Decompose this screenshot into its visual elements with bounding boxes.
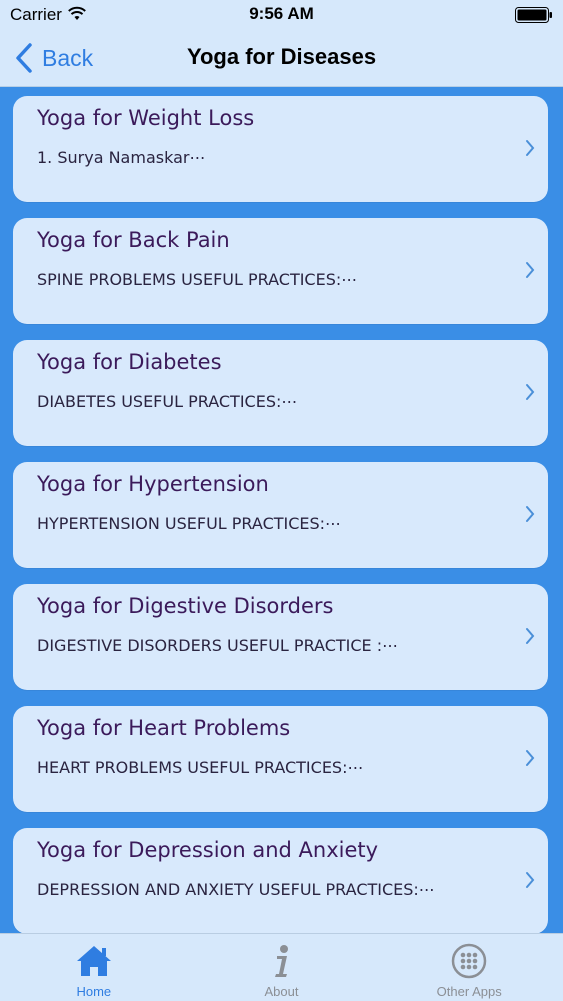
list-item-title: Yoga for Hypertension bbox=[37, 472, 269, 496]
home-icon bbox=[76, 946, 111, 976]
chevron-right-icon bbox=[526, 506, 535, 522]
status-time: 9:56 AM bbox=[249, 4, 314, 23]
info-icon bbox=[274, 945, 288, 977]
list-item[interactable]: Yoga for Hypertension HYPERTENSION USEFU… bbox=[13, 462, 548, 568]
list-item-subtitle: HEART PROBLEMS USEFUL PRACTICES:⋯ bbox=[37, 758, 364, 777]
page-title: Yoga for Diseases bbox=[186, 44, 377, 69]
grid-icon bbox=[451, 943, 487, 979]
list-item-title: Yoga for Back Pain bbox=[37, 228, 230, 252]
list-item-title: Yoga for Digestive Disorders bbox=[37, 594, 334, 618]
tab-label: Other Apps bbox=[436, 984, 502, 999]
list-item-subtitle: DEPRESSION AND ANXIETY USEFUL PRACTICES:… bbox=[37, 880, 435, 899]
chevron-right-icon bbox=[526, 384, 535, 400]
chevron-right-icon bbox=[526, 750, 535, 766]
chevron-right-icon bbox=[526, 140, 535, 156]
chevron-right-icon bbox=[526, 628, 535, 644]
list-item-subtitle: 1. Surya Namaskar⋯ bbox=[37, 148, 206, 167]
list-item-title: Yoga for Diabetes bbox=[37, 350, 222, 374]
list-item[interactable]: Yoga for Digestive Disorders DIGESTIVE D… bbox=[13, 584, 548, 690]
tab-home[interactable]: Home bbox=[0, 934, 188, 1001]
chevron-right-icon bbox=[526, 872, 535, 888]
list-item-title: Yoga for Weight Loss bbox=[37, 106, 255, 130]
list-item-subtitle: DIGESTIVE DISORDERS USEFUL PRACTICE :⋯ bbox=[37, 636, 399, 655]
list-item-title: Yoga for Depression and Anxiety bbox=[37, 838, 379, 862]
tab-label: About bbox=[264, 984, 299, 999]
list-item-subtitle: HYPERTENSION USEFUL PRACTICES:⋯ bbox=[37, 514, 342, 533]
tab-label: Home bbox=[76, 984, 112, 999]
disease-list[interactable]: Yoga for Weight Loss 1. Surya Namaskar⋯ … bbox=[0, 87, 563, 933]
status-bar: Carrier 9:56 AM bbox=[0, 0, 563, 30]
list-item[interactable]: Yoga for Back Pain SPINE PROBLEMS USEFUL… bbox=[13, 218, 548, 324]
battery-icon bbox=[515, 7, 552, 23]
list-item-subtitle: DIABETES USEFUL PRACTICES:⋯ bbox=[37, 392, 298, 411]
list-item[interactable]: Yoga for Depression and Anxiety DEPRESSI… bbox=[13, 828, 548, 933]
list-item[interactable]: Yoga for Weight Loss 1. Surya Namaskar⋯ bbox=[13, 96, 548, 202]
navigation-bar: Back Yoga for Diseases bbox=[0, 30, 563, 87]
tab-bar: Home About Other Apps bbox=[0, 933, 563, 1001]
tab-other-apps[interactable]: Other Apps bbox=[375, 934, 563, 1001]
chevron-right-icon bbox=[526, 262, 535, 278]
list-item[interactable]: Yoga for Heart Problems HEART PROBLEMS U… bbox=[13, 706, 548, 812]
list-item-subtitle: SPINE PROBLEMS USEFUL PRACTICES:⋯ bbox=[37, 270, 358, 289]
tab-about[interactable]: About bbox=[188, 934, 376, 1001]
list-item-title: Yoga for Heart Problems bbox=[37, 716, 291, 740]
list-item[interactable]: Yoga for Diabetes DIABETES USEFUL PRACTI… bbox=[13, 340, 548, 446]
